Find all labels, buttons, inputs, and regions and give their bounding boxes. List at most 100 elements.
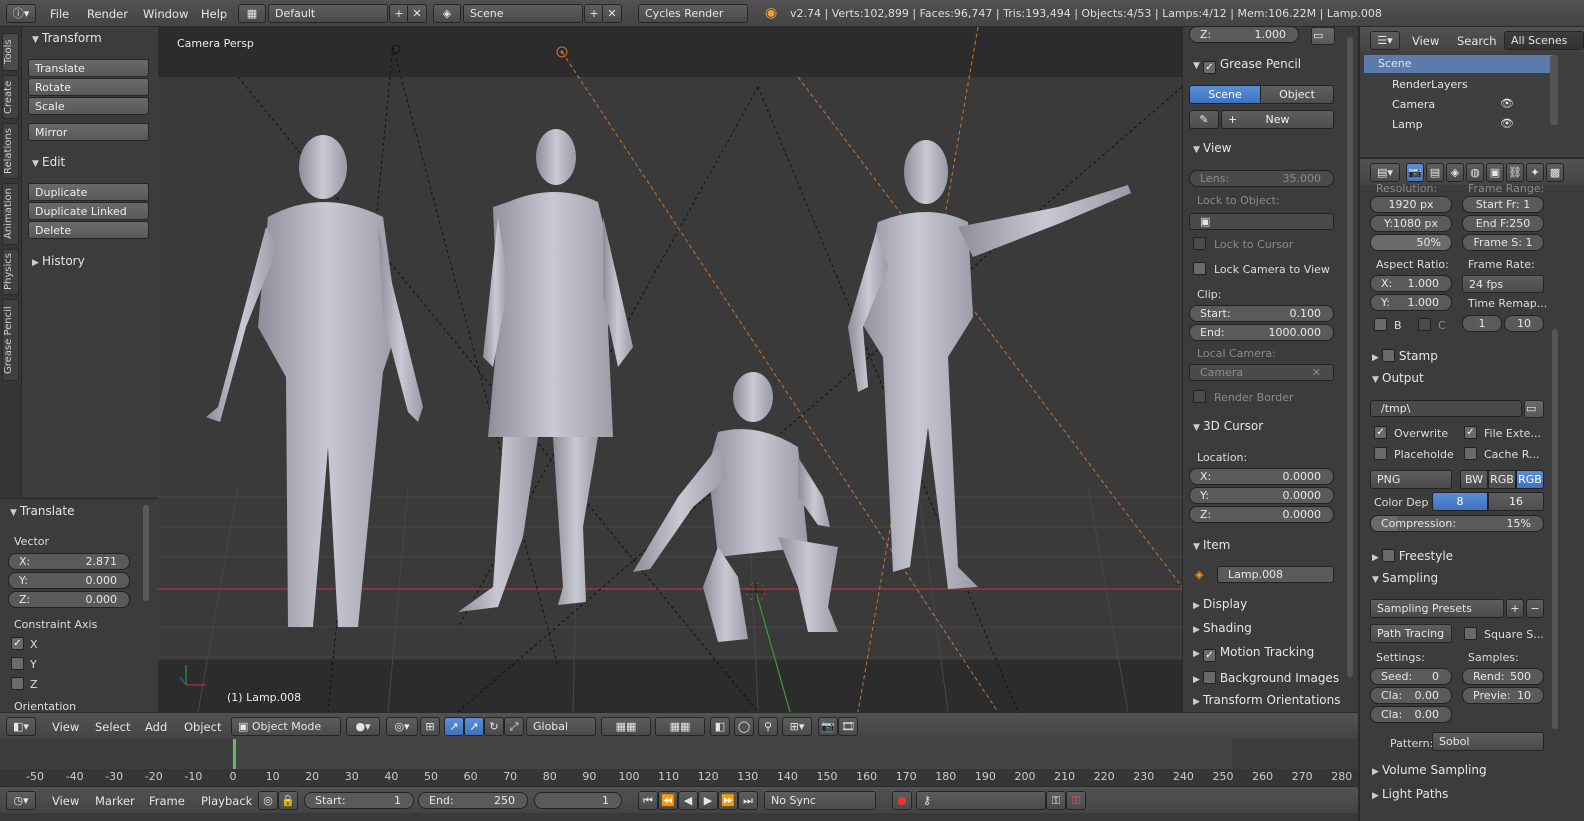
3d-cursor-panel-header[interactable]: ▼ 3D Cursor [1193, 419, 1263, 437]
current-frame-indicator[interactable] [233, 739, 236, 769]
view-panel-header[interactable]: ▼ View [1193, 141, 1231, 159]
delete-button[interactable]: Delete [28, 221, 149, 239]
add-layout-icon[interactable]: + [389, 4, 409, 23]
npanel-scrollbar[interactable] [1347, 37, 1353, 677]
data-tab-icon[interactable]: ✦ [1526, 163, 1544, 182]
menu-help[interactable]: Help [201, 7, 227, 21]
render-tab-icon[interactable]: 📷 [1406, 163, 1424, 182]
close-icon[interactable]: ✕ [1312, 366, 1321, 379]
pivot-point-icon[interactable]: ◎▾ [386, 717, 418, 736]
remap-old-field[interactable]: 1 [1462, 315, 1502, 332]
translate-manipulator-icon[interactable]: ↗ [444, 717, 464, 736]
transform-panel-header[interactable]: ▼ Transform [32, 31, 102, 49]
resolution-y-field[interactable]: Y:1080 px [1370, 215, 1452, 232]
overwrite-checkbox[interactable]: ✓ [1374, 426, 1387, 439]
menu-playback[interactable]: Playback [201, 794, 252, 808]
menu-add[interactable]: Add [145, 720, 167, 734]
visibility-eye-icon[interactable]: 👁 [1500, 97, 1514, 110]
outliner-filter-dropdown[interactable]: All Scenes [1504, 31, 1584, 50]
shading-panel-header[interactable]: ▶ Shading [1193, 621, 1252, 639]
compression-slider[interactable]: Compression: 15% [1370, 515, 1544, 532]
outliner-editor-icon[interactable]: ☰▾ [1370, 31, 1400, 50]
grease-pencil-panel-header[interactable]: ▼ ✓ Grease Pencil [1193, 57, 1301, 75]
remove-layout-icon[interactable]: ✕ [407, 4, 427, 23]
aspect-y-field[interactable]: Y: 1.000 [1370, 294, 1452, 311]
depth-16-button[interactable]: 16 [1488, 492, 1544, 511]
file-extensions-checkbox[interactable]: ✓ [1464, 426, 1477, 439]
end-frame-field[interactable]: End: 250 [418, 792, 528, 809]
tab-physics[interactable]: Physics [2, 249, 19, 295]
tab-relations[interactable]: Relations [2, 123, 19, 179]
tab-grease-pencil[interactable]: Grease Pencil [2, 299, 19, 381]
file-format-dropdown[interactable]: PNG [1370, 470, 1452, 489]
lock-layers-icon[interactable]: ◧ [710, 717, 730, 736]
lock-icon[interactable]: 🔒 [278, 791, 298, 810]
background-images-panel-header[interactable]: ▶ Background Images [1193, 669, 1339, 687]
grease-scene-tab[interactable]: Scene [1189, 85, 1261, 104]
texture-tab-icon[interactable]: ▩ [1546, 163, 1564, 182]
menu-frame[interactable]: Frame [149, 794, 185, 808]
menu-marker[interactable]: Marker [95, 794, 135, 808]
menu-view-timeline[interactable]: View [52, 794, 79, 808]
scene-icon[interactable]: ◈ [433, 4, 461, 23]
add-scene-icon[interactable]: + [584, 4, 604, 23]
lock-cursor-checkbox[interactable] [1193, 237, 1206, 250]
outliner-menu-view[interactable]: View [1412, 34, 1439, 48]
visibility-eye-icon-2[interactable]: 👁 [1500, 117, 1514, 130]
layers-grid-2-icon[interactable]: ▦▦ [655, 717, 705, 736]
preview-range-icon[interactable]: ◎ [258, 791, 278, 810]
play-icon[interactable]: ▶ [698, 791, 718, 810]
cache-result-checkbox[interactable] [1464, 447, 1477, 460]
menu-select[interactable]: Select [95, 720, 130, 734]
item-name-field[interactable]: Lamp.008 [1217, 566, 1334, 583]
sampling-presets-dropdown[interactable]: Sampling Presets [1370, 599, 1504, 618]
menu-view[interactable]: View [52, 720, 79, 734]
aspect-x-field[interactable]: X: 1.000 [1370, 275, 1452, 292]
item-panel-header[interactable]: ▼ Item [1193, 538, 1230, 556]
resolution-x-field[interactable]: 1920 px [1370, 196, 1452, 213]
lock-object-field[interactable]: ▣ [1189, 213, 1334, 230]
vector-z-field[interactable]: Z: 0.000 [8, 591, 130, 608]
frame-rate-dropdown[interactable]: 24 fps [1462, 275, 1544, 293]
world-tab-icon[interactable]: ◍ [1466, 163, 1484, 182]
end-frame-prop-field[interactable]: End F:250 [1462, 215, 1544, 232]
cursor-z-field[interactable]: Z: 0.0000 [1189, 506, 1334, 523]
placeholders-checkbox[interactable] [1374, 447, 1387, 460]
tab-animation[interactable]: Animation [2, 183, 19, 245]
object-tab-icon[interactable]: ▣ [1486, 163, 1504, 182]
scale-button[interactable]: Scale [28, 97, 149, 115]
stamp-checkbox[interactable] [1382, 349, 1395, 362]
square-samples-checkbox[interactable] [1464, 627, 1477, 640]
cursor-y-field[interactable]: Y: 0.0000 [1189, 487, 1334, 504]
snap-element-icon[interactable]: ⊞▾ [782, 717, 812, 736]
vector-x-field[interactable]: X: 2.871 [8, 553, 130, 570]
tab-create[interactable]: Create [2, 75, 19, 119]
translate-button[interactable]: Translate [28, 59, 149, 77]
pattern-dropdown[interactable]: Sobol [1432, 732, 1544, 751]
render-engine-dropdown[interactable]: Cycles Render [638, 4, 748, 23]
display-panel-header[interactable]: ▶ Display [1193, 597, 1247, 615]
color-bw-button[interactable]: BW [1460, 470, 1488, 489]
remove-scene-icon[interactable]: ✕ [602, 4, 622, 23]
edit-panel-header[interactable]: ▼ Edit [32, 155, 65, 173]
frame-step-field[interactable]: Frame S: 1 [1462, 234, 1544, 251]
integrator-dropdown[interactable]: Path Tracing [1370, 624, 1452, 643]
outliner-menu-search[interactable]: Search [1457, 34, 1497, 48]
scale-manipulator-icon[interactable]: ⤢ [504, 717, 524, 736]
play-reverse-icon[interactable]: ◀ [678, 791, 698, 810]
menu-render[interactable]: Render [87, 7, 128, 21]
timeline-editor-icon[interactable]: ◷▾ [6, 791, 36, 810]
jump-end-icon[interactable]: ⏭ [738, 791, 758, 810]
remove-preset-icon[interactable]: − [1526, 599, 1544, 618]
3d-viewport[interactable] [158, 27, 1182, 712]
color-rgba-button[interactable]: RGB [1516, 470, 1544, 489]
scene-dropdown[interactable]: Scene [463, 4, 583, 23]
start-frame-prop-field[interactable]: Start Fr: 1 [1462, 196, 1544, 213]
record-icon[interactable]: ● [892, 791, 912, 810]
outliner-scrollbar[interactable] [1550, 55, 1558, 125]
constraints-tab-icon[interactable]: ⛓ [1506, 163, 1524, 182]
screen-layout-dropdown[interactable]: Default [268, 4, 388, 23]
transform-orientation-dropdown[interactable]: Global [526, 717, 596, 736]
new-grease-layer-button[interactable]: + New [1221, 110, 1334, 129]
render-layers-tab-icon[interactable]: ▤ [1426, 163, 1444, 182]
